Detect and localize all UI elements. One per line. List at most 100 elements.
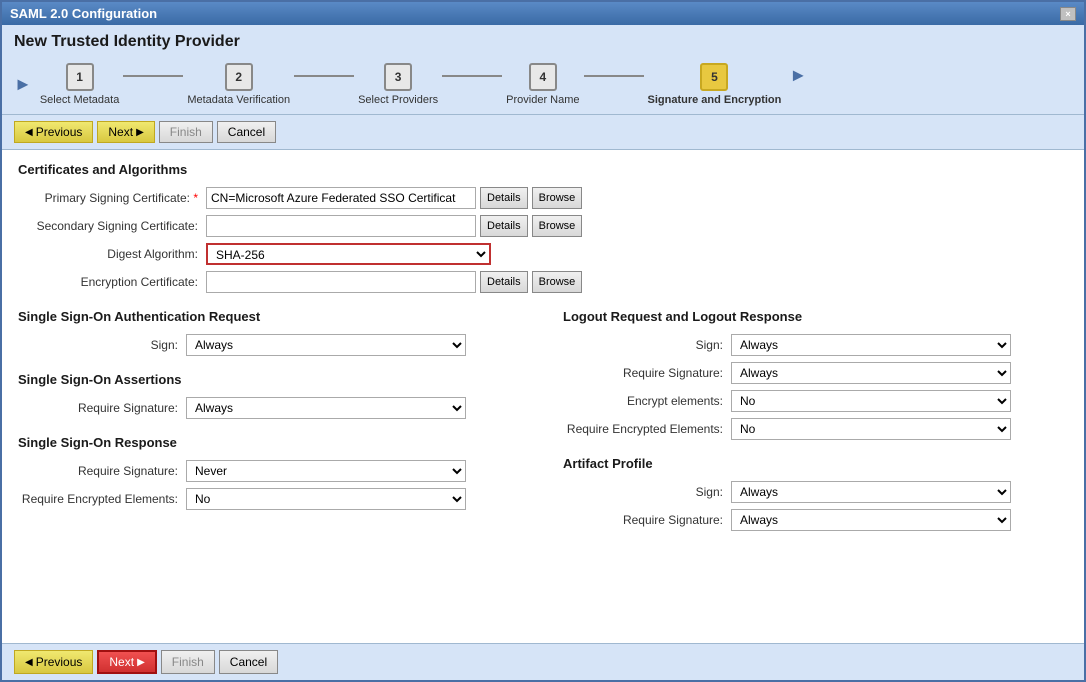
previous-arrow-icon: ◀ xyxy=(25,127,33,138)
close-button[interactable]: × xyxy=(1060,7,1076,21)
wizard-connector-3 xyxy=(442,75,502,77)
top-finish-button[interactable]: Finish xyxy=(159,121,213,143)
bottom-finish-button[interactable]: Finish xyxy=(161,650,215,674)
artifact-sign-select[interactable]: Always Never Optional xyxy=(731,481,1011,503)
logout-require-sig-select[interactable]: Always Never Optional xyxy=(731,362,1011,384)
digest-algorithm-select[interactable]: SHA-256 SHA-1 SHA-384 SHA-512 xyxy=(206,243,491,265)
step-label-4: Provider Name xyxy=(506,94,579,106)
wizard-connector-2 xyxy=(294,75,354,77)
content-area: New Trusted Identity Provider ► 1 Select… xyxy=(2,25,1084,680)
wizard-end-arrow: ► xyxy=(789,65,807,86)
primary-details-button[interactable]: Details xyxy=(480,187,528,209)
primary-signing-input[interactable] xyxy=(206,187,476,209)
step-circle-1: 1 xyxy=(66,63,94,91)
encryption-cert-label: Encryption Certificate: xyxy=(18,275,198,289)
step-circle-2: 2 xyxy=(225,63,253,91)
sso-response-encrypted-select[interactable]: No Yes xyxy=(186,488,466,510)
page-title: New Trusted Identity Provider xyxy=(2,25,1084,55)
step-label-2: Metadata Verification xyxy=(187,94,290,106)
logout-form: Sign: Always Never Optional Require Sign… xyxy=(563,334,1068,440)
secondary-signing-label: Secondary Signing Certificate: xyxy=(18,219,198,233)
logout-sign-label: Sign: xyxy=(563,338,723,352)
certificates-section: Certificates and Algorithms Primary Sign… xyxy=(18,162,1068,293)
title-bar: SAML 2.0 Configuration × xyxy=(2,2,1084,25)
wizard-connector-4 xyxy=(584,75,644,77)
wizard-step-3[interactable]: 3 Select Providers xyxy=(358,63,438,106)
logout-require-sig-label: Require Signature: xyxy=(563,366,723,380)
step-circle-3: 3 xyxy=(384,63,412,91)
next-arrow-icon: ▶ xyxy=(136,127,144,138)
sso-auth-section: Single Sign-On Authentication Request Si… xyxy=(18,309,523,356)
encryption-cert-input[interactable] xyxy=(206,271,476,293)
step-label-5: Signature and Encryption xyxy=(648,94,782,106)
wizard-start-arrow: ► xyxy=(14,74,32,95)
digest-algorithm-row: SHA-256 SHA-1 SHA-384 SHA-512 xyxy=(206,243,598,265)
top-toolbar: ◀ Previous Next ▶ Finish Cancel xyxy=(2,114,1084,150)
primary-browse-button[interactable]: Browse xyxy=(532,187,583,209)
artifact-sign-label: Sign: xyxy=(563,485,723,499)
sso-response-require-select[interactable]: Never Always Optional xyxy=(186,460,466,482)
bottom-previous-button[interactable]: ◀ Previous xyxy=(14,650,93,674)
sso-auth-sign-label: Sign: xyxy=(18,338,178,352)
sso-assertions-title: Single Sign-On Assertions xyxy=(18,372,523,387)
sso-assertions-form: Require Signature: Always Never Optional xyxy=(18,397,523,419)
logout-sign-select[interactable]: Always Never Optional xyxy=(731,334,1011,356)
right-column: Logout Request and Logout Response Sign:… xyxy=(563,309,1068,531)
bottom-cancel-button[interactable]: Cancel xyxy=(219,650,278,674)
logout-require-encrypted-select[interactable]: No Yes xyxy=(731,418,1011,440)
sso-auth-title: Single Sign-On Authentication Request xyxy=(18,309,523,324)
main-window: SAML 2.0 Configuration × New Trusted Ide… xyxy=(0,0,1086,682)
wizard-step-4[interactable]: 4 Provider Name xyxy=(506,63,579,106)
digest-algorithm-label: Digest Algorithm: xyxy=(18,247,198,261)
logout-require-encrypted-label: Require Encrypted Elements: xyxy=(563,422,723,436)
artifact-form: Sign: Always Never Optional Require Sign… xyxy=(563,481,1068,531)
left-column: Single Sign-On Authentication Request Si… xyxy=(18,309,523,531)
sso-response-title: Single Sign-On Response xyxy=(18,435,523,450)
sso-response-section: Single Sign-On Response Require Signatur… xyxy=(18,435,523,510)
certificates-title: Certificates and Algorithms xyxy=(18,162,1068,177)
window-title: SAML 2.0 Configuration xyxy=(10,6,157,21)
sso-response-form: Require Signature: Never Always Optional… xyxy=(18,460,523,510)
logout-section: Logout Request and Logout Response Sign:… xyxy=(563,309,1068,440)
sso-assertions-require-label: Require Signature: xyxy=(18,401,178,415)
sso-assertions-section: Single Sign-On Assertions Require Signat… xyxy=(18,372,523,419)
wizard-step-2[interactable]: 2 Metadata Verification xyxy=(187,63,290,106)
secondary-browse-button[interactable]: Browse xyxy=(532,215,583,237)
encryption-cert-row: Details Browse xyxy=(206,271,598,293)
bottom-previous-arrow-icon: ◀ xyxy=(25,657,33,668)
certificates-form: Primary Signing Certificate: Details Bro… xyxy=(18,187,598,293)
wizard-step-5[interactable]: 5 Signature and Encryption xyxy=(648,63,782,106)
step-circle-5: 5 xyxy=(700,63,728,91)
bottom-next-arrow-icon: ▶ xyxy=(137,657,145,668)
sso-auth-form: Sign: Always Never Optional xyxy=(18,334,523,356)
secondary-signing-row: Details Browse xyxy=(206,215,598,237)
main-content: Certificates and Algorithms Primary Sign… xyxy=(2,150,1084,643)
two-column-layout: Single Sign-On Authentication Request Si… xyxy=(18,309,1068,531)
artifact-require-select[interactable]: Always Never Optional xyxy=(731,509,1011,531)
sso-assertions-require-select[interactable]: Always Never Optional xyxy=(186,397,466,419)
artifact-section: Artifact Profile Sign: Always Never Opti… xyxy=(563,456,1068,531)
logout-encrypt-label: Encrypt elements: xyxy=(563,394,723,408)
secondary-signing-input[interactable] xyxy=(206,215,476,237)
step-label-1: Select Metadata xyxy=(40,94,120,106)
top-previous-button[interactable]: ◀ Previous xyxy=(14,121,93,143)
step-label-3: Select Providers xyxy=(358,94,438,106)
secondary-details-button[interactable]: Details xyxy=(480,215,528,237)
sso-response-require-label: Require Signature: xyxy=(18,464,178,478)
bottom-toolbar: ◀ Previous Next ▶ Finish Cancel xyxy=(2,643,1084,680)
primary-signing-row: Details Browse xyxy=(206,187,598,209)
wizard-steps: ► 1 Select Metadata 2 Metadata Verificat… xyxy=(2,55,1084,114)
artifact-title: Artifact Profile xyxy=(563,456,1068,471)
wizard-connector-1 xyxy=(123,75,183,77)
sso-auth-sign-select[interactable]: Always Never Optional xyxy=(186,334,466,356)
bottom-next-button[interactable]: Next ▶ xyxy=(97,650,156,674)
top-cancel-button[interactable]: Cancel xyxy=(217,121,276,143)
step-circle-4: 4 xyxy=(529,63,557,91)
logout-title: Logout Request and Logout Response xyxy=(563,309,1068,324)
encryption-details-button[interactable]: Details xyxy=(480,271,528,293)
top-next-button[interactable]: Next ▶ xyxy=(97,121,154,143)
wizard-step-1[interactable]: 1 Select Metadata xyxy=(40,63,120,106)
logout-encrypt-select[interactable]: No Yes xyxy=(731,390,1011,412)
encryption-browse-button[interactable]: Browse xyxy=(532,271,583,293)
artifact-require-label: Require Signature: xyxy=(563,513,723,527)
